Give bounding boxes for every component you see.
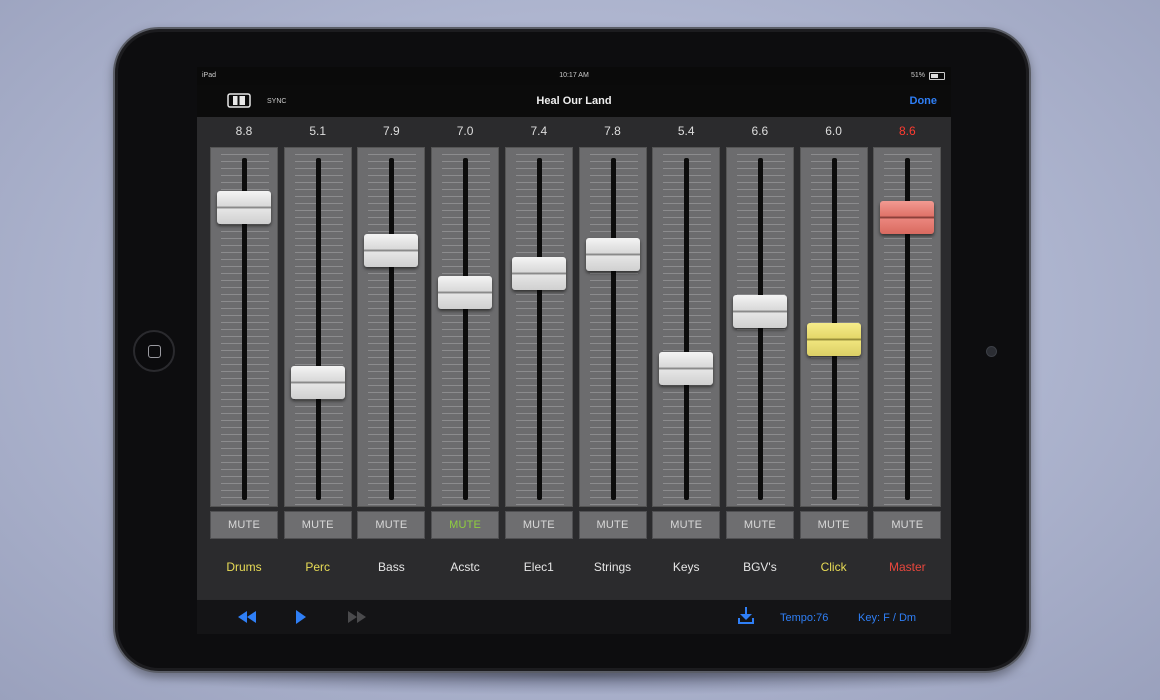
fader-slot xyxy=(536,158,542,500)
key-button[interactable]: Key: F / Dm xyxy=(858,612,916,624)
channel-name: Acstc xyxy=(450,560,480,574)
channel-strip: 5.4 MUTE Keys xyxy=(652,117,721,599)
fader-thumb[interactable] xyxy=(364,234,419,267)
fader-track[interactable] xyxy=(873,147,942,507)
channel-name: Bass xyxy=(378,560,405,574)
fader-track[interactable] xyxy=(652,147,721,507)
channel-value: 8.6 xyxy=(898,124,916,138)
channel-name: Perc xyxy=(305,560,331,574)
mute-button[interactable]: MUTE xyxy=(283,511,352,539)
fader-thumb[interactable] xyxy=(880,201,935,234)
mute-button[interactable]: MUTE xyxy=(873,511,942,539)
fader-thumb[interactable] xyxy=(585,238,640,271)
download-icon[interactable] xyxy=(737,606,755,626)
home-button[interactable] xyxy=(133,330,175,372)
fast-forward-icon[interactable] xyxy=(347,611,367,623)
channel-name: Master xyxy=(888,560,926,574)
channel-value: 7.8 xyxy=(604,124,621,138)
mute-button[interactable]: MUTE xyxy=(431,511,500,539)
fader-track[interactable] xyxy=(431,147,500,507)
channel-strip: 5.1 MUTE Perc xyxy=(283,117,352,599)
nav-bar: SYNC Heal Our Land Done xyxy=(197,85,951,117)
tempo-button[interactable]: Tempo:76 xyxy=(780,612,828,624)
camera-icon xyxy=(986,346,997,357)
channel-name: Elec1 xyxy=(523,560,554,574)
clock: 10:17 AM xyxy=(559,72,589,79)
fader-track[interactable] xyxy=(283,147,352,507)
fader-slot xyxy=(463,158,469,500)
mute-button[interactable]: MUTE xyxy=(504,511,573,539)
page-title: Heal Our Land xyxy=(536,95,612,107)
mute-button[interactable]: MUTE xyxy=(652,511,721,539)
mute-button[interactable]: MUTE xyxy=(799,511,868,539)
channel-strip: 7.4 MUTE Elec1 xyxy=(504,117,573,599)
fader-slot xyxy=(315,158,321,500)
done-button[interactable]: Done xyxy=(910,95,938,107)
channel-value: 7.9 xyxy=(383,124,400,138)
channel-strip: 7.8 MUTE Strings xyxy=(578,117,647,599)
mute-button[interactable]: MUTE xyxy=(578,511,647,539)
fader-track[interactable] xyxy=(578,147,647,507)
fader-track[interactable] xyxy=(210,147,278,507)
fader-thumb[interactable] xyxy=(511,257,566,290)
fader-slot xyxy=(684,158,690,500)
fader-slot xyxy=(757,158,763,500)
mute-button[interactable]: MUTE xyxy=(725,511,794,539)
fader-thumb[interactable] xyxy=(659,352,714,385)
mute-button[interactable]: MUTE xyxy=(357,511,426,539)
channel-value: 7.4 xyxy=(530,124,548,138)
home-square-icon xyxy=(148,345,161,358)
channel-strip: 7.0 MUTE Acstc xyxy=(431,117,500,599)
fader-thumb[interactable] xyxy=(732,295,787,328)
transport-toolbar: Tempo:76 Key: F / Dm xyxy=(197,599,951,634)
channel-value: 5.1 xyxy=(309,124,327,138)
channel-value: 7.0 xyxy=(456,124,474,138)
channel-value: 6.0 xyxy=(825,124,842,138)
fader-thumb[interactable] xyxy=(290,366,345,399)
channel-strip: 7.9 MUTE Bass xyxy=(357,117,426,599)
channel-name: Click xyxy=(820,560,847,574)
rewind-icon[interactable] xyxy=(237,611,257,623)
channel-strip: 6.0 MUTE Click xyxy=(799,117,868,599)
status-bar: iPad 10:17 AM 51% xyxy=(197,67,951,85)
mute-button[interactable]: MUTE xyxy=(210,511,278,539)
fader-slot xyxy=(389,158,395,500)
app-screen: iPad 10:17 AM 51% SYNC Heal Our Land Don… xyxy=(197,67,951,634)
play-icon[interactable] xyxy=(295,610,307,624)
battery-icon xyxy=(929,72,945,80)
fader-thumb[interactable] xyxy=(217,191,271,224)
fader-thumb[interactable] xyxy=(806,323,861,356)
channel-name: Strings xyxy=(593,560,632,574)
channel-name: Drums xyxy=(226,560,262,574)
fader-thumb[interactable] xyxy=(438,276,493,309)
mixer-panel: 8.8 MUTE Drums 5.1 MUTE Perc 7.9 MUTE Bass 7.0 MUT… xyxy=(197,117,951,599)
fader-track[interactable] xyxy=(357,147,426,507)
battery-percent: 51% xyxy=(910,72,925,79)
channel-value: 5.4 xyxy=(677,124,695,138)
fader-slot xyxy=(610,158,616,500)
fader-track[interactable] xyxy=(725,147,794,507)
channel-strip: 8.8 MUTE Drums xyxy=(210,117,278,599)
fader-track[interactable] xyxy=(504,147,573,507)
fader-track[interactable] xyxy=(799,147,868,507)
channel-value: 8.8 xyxy=(235,124,253,138)
channel-name: BGV's xyxy=(743,560,777,574)
channel-strip: 6.6 MUTE BGV's xyxy=(725,117,794,599)
channel-strip: 8.6 MUTE Master xyxy=(873,117,942,599)
channel-name: Keys xyxy=(672,560,700,574)
channel-value: 6.6 xyxy=(751,124,769,138)
